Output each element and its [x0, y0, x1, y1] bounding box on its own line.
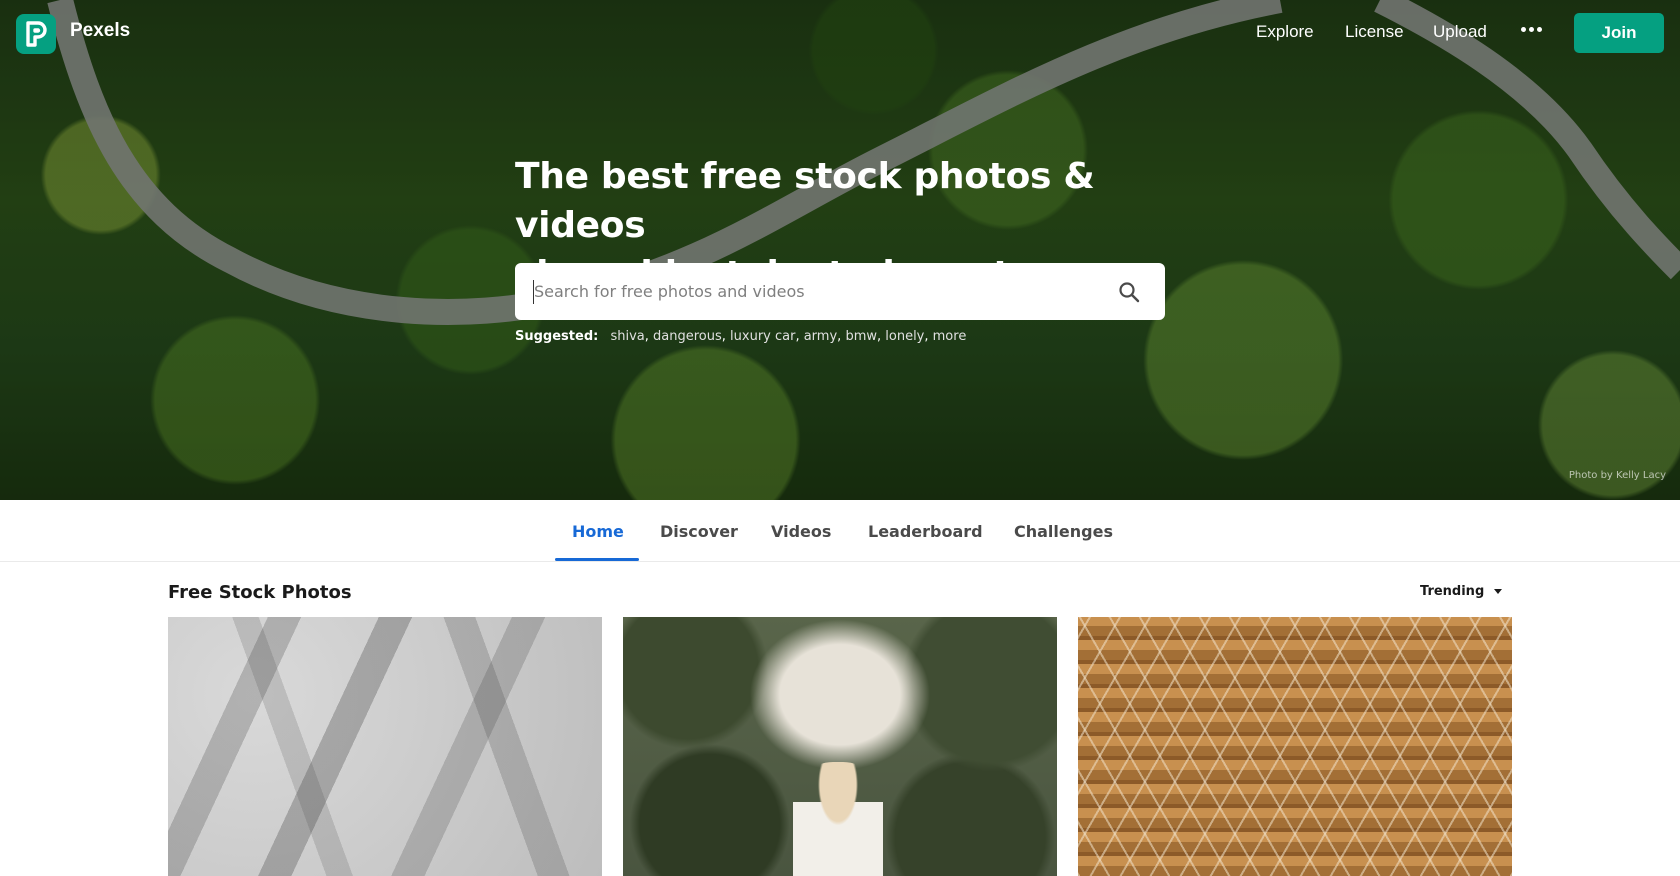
search-icon[interactable]	[1117, 280, 1141, 304]
nav-link-explore[interactable]: Explore	[1256, 22, 1314, 42]
suggestion-link[interactable]: dangerous	[653, 329, 722, 344]
suggestion-link[interactable]: army	[804, 329, 837, 344]
tab-leaderboard[interactable]: Leaderboard	[868, 522, 983, 541]
suggestion-link[interactable]: shiva	[610, 329, 644, 344]
photo-subject	[793, 762, 883, 876]
section-title: Free Stock Photos	[168, 582, 352, 603]
chevron-down-icon	[1494, 589, 1503, 594]
pexels-logo-icon[interactable]	[16, 14, 56, 54]
nav-link-license[interactable]: License	[1345, 22, 1404, 42]
tab-videos[interactable]: Videos	[771, 522, 831, 541]
suggestion-link[interactable]: lonely	[885, 329, 924, 344]
hero-headline-line1: The best free stock photos & videos	[515, 156, 1095, 246]
active-tab-indicator	[555, 558, 639, 561]
search-bar	[515, 263, 1165, 320]
suggestion-link[interactable]: luxury car	[730, 329, 795, 344]
section-tabs: Home Discover Videos Leaderboard Challen…	[0, 500, 1680, 562]
tab-discover[interactable]: Discover	[660, 522, 738, 541]
photo-tile[interactable]	[168, 617, 602, 876]
top-navbar: Pexels Explore License Upload Join	[0, 0, 1680, 68]
suggested-label: Suggested:	[515, 329, 599, 344]
photo-credit[interactable]: Photo by Kelly Lacy	[1569, 470, 1666, 481]
sort-label: Trending	[1420, 584, 1485, 599]
tab-challenges[interactable]: Challenges	[1014, 522, 1113, 541]
join-button[interactable]: Join	[1574, 13, 1664, 53]
suggestion-link[interactable]: bmw	[845, 329, 877, 344]
nav-link-upload[interactable]: Upload	[1433, 22, 1487, 42]
suggested-searches: Suggested: shiva, dangerous, luxury car,…	[515, 329, 967, 344]
brand-name[interactable]: Pexels	[70, 20, 130, 42]
search-input[interactable]	[533, 279, 1117, 304]
photo-tile[interactable]	[623, 617, 1057, 876]
suggestion-more-link[interactable]: more	[933, 329, 967, 344]
more-dots-icon[interactable]	[1521, 27, 1542, 32]
sort-dropdown[interactable]: Trending	[1420, 584, 1503, 599]
photo-tile[interactable]	[1078, 617, 1512, 876]
hero-banner: Pexels Explore License Upload Join The b…	[0, 0, 1680, 500]
tab-home[interactable]: Home	[572, 522, 624, 541]
